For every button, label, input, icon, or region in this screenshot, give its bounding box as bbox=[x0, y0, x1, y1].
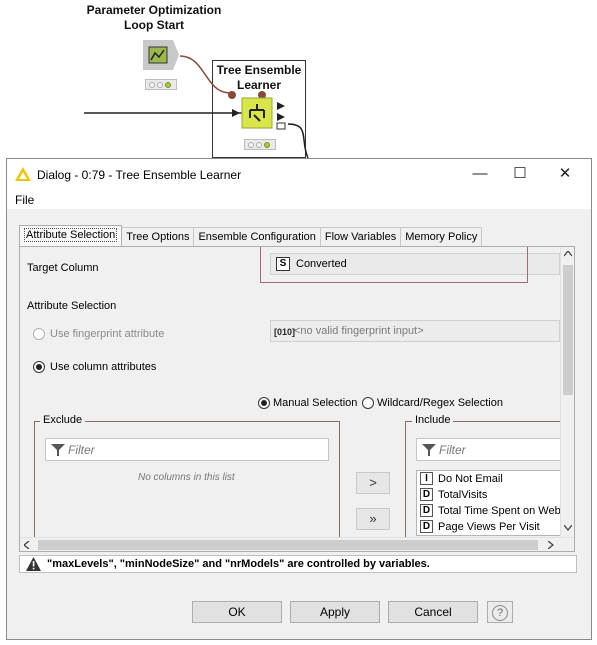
dialog-titlebar: Dialog - 0:79 - Tree Ensemble Learner — … bbox=[7, 159, 591, 189]
apply-button[interactable]: Apply bbox=[290, 601, 380, 623]
help-icon: ? bbox=[492, 605, 508, 621]
column-attributes-radio[interactable] bbox=[33, 361, 45, 373]
panel-vertical-scrollbar[interactable] bbox=[560, 247, 574, 551]
tab-attribute-selection[interactable]: Attribute Selection bbox=[19, 225, 123, 246]
exclude-title: Exclude bbox=[40, 414, 86, 426]
tab-flow-variables[interactable]: Flow Variables bbox=[319, 227, 402, 246]
tab-ensemble-configuration[interactable]: Ensemble Configuration bbox=[193, 227, 321, 246]
funnel-icon bbox=[51, 444, 65, 456]
cancel-button[interactable]: Cancel bbox=[388, 601, 478, 623]
tab-memory-policy[interactable]: Memory Policy bbox=[400, 227, 483, 246]
double-type-icon: D bbox=[420, 488, 433, 501]
double-type-icon: D bbox=[420, 504, 433, 517]
manual-selection-label: Manual Selection bbox=[273, 397, 358, 409]
connection-wires bbox=[84, 55, 309, 159]
funnel-icon bbox=[422, 444, 436, 456]
target-column-label: Target Column bbox=[27, 262, 99, 274]
wildcard-selection-label: Wildcard/Regex Selection bbox=[377, 397, 503, 409]
wildcard-selection-radio[interactable] bbox=[362, 397, 374, 409]
double-type-icon: D bbox=[420, 520, 433, 533]
dialog-title: Dialog - 0:79 - Tree Ensemble Learner bbox=[37, 168, 242, 182]
menubar: File bbox=[7, 189, 591, 209]
list-item[interactable]: I Do Not Email bbox=[417, 471, 571, 487]
fingerprint-radio[interactable] bbox=[33, 328, 45, 340]
attribute-selection-label: Attribute Selection bbox=[27, 300, 117, 312]
horizontal-scroll-thumb[interactable] bbox=[38, 540, 538, 550]
column-attributes-label: Use column attributes bbox=[50, 361, 157, 373]
include-filter-placeholder: Filter bbox=[439, 443, 466, 457]
close-button[interactable]: ✕ bbox=[550, 164, 580, 184]
list-item[interactable]: D Page Views Per Visit bbox=[417, 519, 571, 535]
ok-button[interactable]: OK bbox=[192, 601, 282, 623]
fingerprint-value: <no valid fingerprint input> bbox=[294, 325, 424, 337]
target-column-highlight bbox=[260, 247, 528, 283]
variables-warning-bar: "maxLevels", "minNodeSize" and "nrModels… bbox=[19, 555, 577, 573]
manual-selection-radio[interactable] bbox=[258, 397, 270, 409]
include-title: Include bbox=[412, 414, 454, 426]
learner-status-lights bbox=[244, 139, 276, 150]
move-all-right-button[interactable]: » bbox=[356, 508, 390, 530]
include-filter-input[interactable]: Filter bbox=[416, 438, 574, 461]
knime-triangle-icon bbox=[15, 167, 31, 181]
help-button[interactable]: ? bbox=[487, 601, 513, 623]
menu-file[interactable]: File bbox=[15, 193, 34, 207]
chevron-right-icon bbox=[548, 541, 554, 549]
tab-tree-options[interactable]: Tree Options bbox=[121, 227, 195, 246]
fingerprint-combo[interactable]: [010] <no valid fingerprint input> bbox=[270, 320, 560, 342]
tree-ensemble-learner-node-icon[interactable] bbox=[225, 90, 295, 134]
bitvector-type-icon: [010] bbox=[274, 327, 296, 337]
exclude-filter-input[interactable]: Filter bbox=[45, 438, 329, 461]
move-right-button[interactable]: > bbox=[356, 472, 390, 494]
chevron-down-icon bbox=[564, 525, 572, 531]
tab-bar: Attribute Selection Tree Options Ensembl… bbox=[19, 225, 483, 246]
integer-type-icon: I bbox=[420, 472, 433, 485]
list-item[interactable]: D TotalVisits bbox=[417, 487, 571, 503]
attribute-selection-panel: Target Column S Converted Attribute Selec… bbox=[19, 246, 575, 552]
chevron-left-icon bbox=[24, 541, 30, 549]
list-item[interactable]: D Total Time Spent on Website bbox=[417, 503, 571, 519]
exclude-filter-placeholder: Filter bbox=[68, 443, 95, 457]
fingerprint-label: Use fingerprint attribute bbox=[50, 328, 165, 340]
maximize-button[interactable]: ☐ bbox=[505, 164, 535, 184]
warning-text: "maxLevels", "minNodeSize" and "nrModels… bbox=[47, 558, 430, 570]
warning-icon bbox=[26, 557, 41, 571]
dialog-window: Dialog - 0:79 - Tree Ensemble Learner — … bbox=[6, 158, 592, 640]
include-list[interactable]: I Do Not Email D TotalVisits D Total Time S… bbox=[416, 470, 572, 536]
exclude-empty-message: No columns in this list bbox=[138, 472, 235, 483]
chevron-up-icon bbox=[564, 251, 572, 257]
panel-horizontal-scrollbar[interactable] bbox=[20, 537, 574, 551]
vertical-scroll-thumb[interactable] bbox=[563, 265, 573, 395]
minimize-button[interactable]: — bbox=[465, 164, 495, 184]
